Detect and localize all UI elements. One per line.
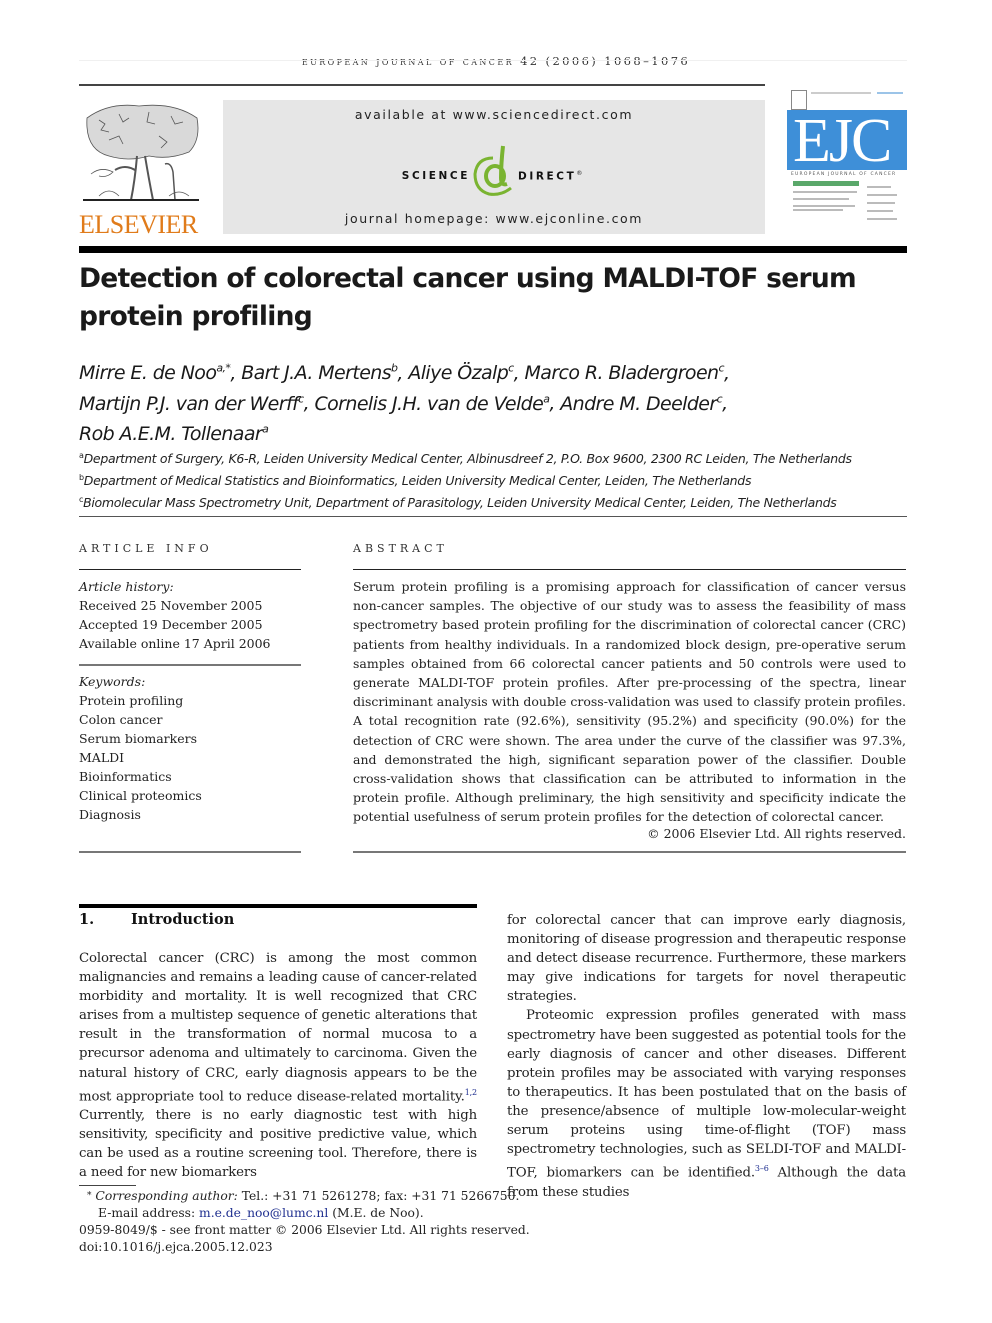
affiliation: bDepartment of Medical Statistics and Bi… [79,473,752,489]
keywords-rule [79,664,301,666]
cover-text-line [867,194,897,196]
author: Mirre E. de Nooa,* [79,362,231,385]
author: Rob A.E.M. Tollenaara [79,422,269,445]
keywords: Keywords: Protein profiling Colon cancer… [79,672,301,824]
cover-title-band: EJC [787,107,907,175]
author: Bart J.A. Mertensb [241,362,398,385]
article-history: Article history: Received 25 November 20… [79,577,301,653]
abstract-copyright: © 2006 Elsevier Ltd. All rights reserved… [647,826,906,841]
affiliations: aDepartment of Surgery, K6-R, Leiden Uni… [79,446,909,512]
author: Martijn P.J. van der Werffc [79,392,304,415]
header-thick-rule [79,246,907,253]
body-column-right: for colorectal cancer that can improve e… [507,911,906,1202]
article-info-bottom-rule [79,851,301,853]
history-accepted: Accepted 19 December 2005 [79,617,263,632]
sciencedirect-banner: available at www.sciencedirect.com SCIEN… [223,100,765,234]
cover-journal-name: EUROPEAN JOURNAL OF CANCER [791,172,897,177]
abstract-heading: ABSTRACT [353,542,448,555]
article-info-heading: ARTICLE INFO [79,542,213,555]
available-at-link[interactable]: available at www.sciencedirect.com [223,107,765,122]
section-rule [79,904,477,908]
abstract-bottom-rule [353,851,906,853]
cover-text-line [793,209,843,211]
keyword: Protein profiling [79,693,184,708]
journal-citation: 42 (2006) 1068–1076 [520,54,691,68]
sciencedirect-logo-right: DIRECT® [518,170,585,183]
cover-text-line [793,205,855,207]
cover-meta-line [811,92,871,94]
section-title: Introduction [131,911,235,928]
keyword: Clinical proteomics [79,788,202,803]
citation-link[interactable]: 3–6 [755,1164,769,1173]
header-top-rule [79,60,907,61]
article-info-rule [79,569,301,570]
email-note: E-mail address: m.e.de_noo@lumc.nl (M.E.… [98,1206,424,1220]
body-column-left: Colorectal cancer (CRC) is among the mos… [79,949,477,1183]
keyword: Colon cancer [79,712,163,727]
article-history-label: Article history: [79,579,174,594]
cover-green-bar [793,181,859,186]
elsevier-logo-text: ELSEVIER [79,210,198,239]
article-title: Detection of colorectal cancer using MAL… [79,263,857,332]
doi[interactable]: doi:10.1016/j.ejca.2005.12.023 [79,1239,530,1256]
section-heading-introduction: 1. Introduction [79,911,234,928]
author: Marco R. Bladergroenc [524,362,725,385]
sciencedirect-at-icon [473,145,512,196]
sciencedirect-direct-text: DIRECT [518,170,577,183]
running-head: European Journal of Cancer 42 (2006) 106… [0,54,992,68]
keyword: Bioinformatics [79,769,172,784]
abstract-rule [353,569,906,570]
author-list: Mirre E. de Nooa,*, Bart J.A. Mertensb, … [79,362,730,445]
footnote-rule [79,1185,136,1186]
citation-link[interactable]: 1,2 [465,1088,477,1097]
author: Andre M. Deelderc [560,392,723,415]
registered-mark: ® [576,170,585,177]
paragraph: Colorectal cancer (CRC) is among the mos… [79,951,477,1181]
keywords-label: Keywords: [79,674,146,689]
journal-homepage-link[interactable]: journal homepage: www.ejconline.com [223,211,765,226]
paragraph: Proteomic expression profiles generated … [507,1008,907,1200]
author: Cornelis J.H. van de Veldea [314,392,550,415]
section-number: 1. [79,911,95,928]
journal-name: European Journal of Cancer [301,54,514,68]
header-rule [79,84,765,86]
abstract-text: Serum protein profiling is a promising a… [353,579,906,825]
sciencedirect-logo: SCIENCE DIRECT® [223,145,765,200]
cover-meta-line [877,92,903,94]
cover-text-line [793,191,857,193]
affiliation: cBiomolecular Mass Spectrometry Unit, De… [79,495,837,511]
history-received: Received 25 November 2005 [79,598,263,613]
email-link[interactable]: m.e.de_noo@lumc.nl [199,1206,328,1220]
affiliations-rule [79,516,907,517]
journal-cover-thumbnail: EJC EUROPEAN JOURNAL OF CANCER [787,88,907,234]
cover-text-line [867,202,895,204]
cover-text-line [867,210,893,212]
corresponding-author-note: * Corresponding author: Tel.: +31 71 526… [87,1189,520,1203]
cover-abbrev: EJC [793,107,892,175]
cover-text-line [793,198,849,200]
paragraph: for colorectal cancer that can improve e… [507,913,906,1005]
cover-text-line [867,186,891,188]
footnotes: * Corresponding author: Tel.: +31 71 526… [79,1188,530,1256]
keyword: Serum biomarkers [79,731,197,746]
author: Aliye Özalpc [408,362,514,385]
history-online: Available online 17 April 2006 [79,636,271,651]
issn-line: 0959-8049/$ - see front matter © 2006 El… [79,1223,530,1237]
cover-text-line [867,218,897,220]
affiliation: aDepartment of Surgery, K6-R, Leiden Uni… [79,451,852,467]
keyword: MALDI [79,750,125,765]
sciencedirect-logo-left: SCIENCE [401,170,470,182]
keyword: Diagnosis [79,807,141,822]
